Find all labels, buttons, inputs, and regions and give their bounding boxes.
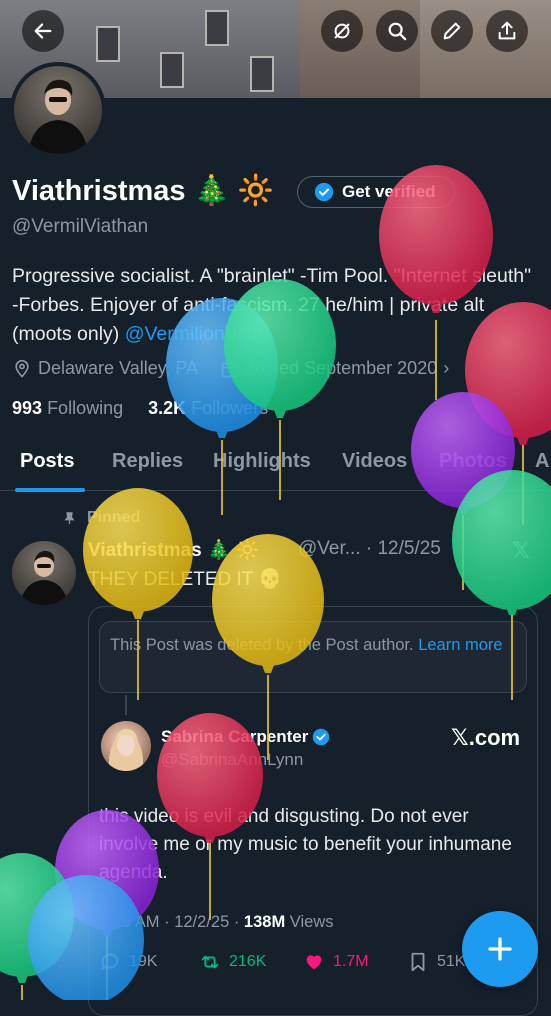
bio-mention-link[interactable]: @VermilionViath: [125, 323, 269, 345]
search-icon: [388, 22, 407, 41]
balloon: [411, 392, 515, 590]
profile-bio: Progressive socialist. A "brainlet" -Tim…: [12, 262, 542, 349]
edit-icon: [443, 22, 461, 40]
hide-button[interactable]: [321, 10, 363, 52]
profile-tabs: Posts Replies Highlights Videos Photos A: [0, 440, 551, 492]
banner-window: [96, 26, 120, 62]
following-link[interactable]: 993 Following: [12, 398, 123, 418]
profile-meta: Delaware Valley, PA Joined September 202…: [12, 358, 449, 379]
reply-count: 19K: [129, 953, 158, 970]
quoted-author[interactable]: Sabrina Carpenter: [161, 727, 330, 747]
compose-post-button[interactable]: [462, 911, 538, 987]
profile-avatar[interactable]: [10, 62, 106, 158]
search-button[interactable]: [376, 10, 418, 52]
heart-icon: [306, 955, 322, 970]
pin-icon: [64, 511, 75, 524]
plus-icon: [488, 937, 512, 961]
post-author-name[interactable]: Viathristmas 🎄 🔆: [88, 538, 260, 562]
post-author-avatar[interactable]: [12, 541, 76, 605]
views-label: Views: [285, 913, 334, 931]
quoted-handle[interactable]: @SabrinaAnnLynn: [161, 750, 303, 770]
hide-icon: [334, 23, 350, 39]
tab-posts[interactable]: Posts: [20, 450, 74, 473]
deleted-post-notice: This Post was deleted by the Post author…: [99, 621, 527, 693]
like-count: 1.7M: [333, 953, 369, 970]
calendar-icon: [221, 361, 239, 377]
post-handle-date[interactable]: @Ver... · 12/5/25: [298, 538, 441, 560]
x-logo-icon: 𝕏: [512, 538, 530, 563]
chevron-right-icon[interactable]: ›: [443, 358, 449, 379]
share-button[interactable]: [486, 10, 528, 52]
banner-window: [250, 56, 274, 92]
following-count: 993: [12, 398, 43, 418]
balloon: [0, 853, 74, 1000]
quoted-timestamp: 1:25 AM · 12/2/25 · 138M Views: [99, 913, 334, 932]
edit-button[interactable]: [431, 10, 473, 52]
get-verified-button[interactable]: Get verified: [297, 176, 455, 208]
followers-label: Followers: [191, 398, 269, 418]
views-count: 138M: [243, 913, 286, 931]
profile-handle: @VermilViathan: [12, 216, 149, 237]
bookmark-count: 51K: [437, 953, 466, 970]
thread-line: [125, 695, 127, 715]
share-icon: [498, 21, 516, 40]
tab-articles[interactable]: A: [535, 450, 549, 473]
quoted-text: this video is evil and disgusting. Do no…: [99, 806, 512, 883]
display-name: Viathristmas 🎄 🔆: [12, 175, 274, 207]
repost-icon: [201, 955, 219, 969]
tab-photos[interactable]: Photos: [439, 450, 507, 473]
deleted-notice-text: This Post was deleted by the Post author…: [110, 636, 419, 654]
back-button[interactable]: [22, 10, 64, 52]
avatar-image: [14, 66, 102, 154]
location-icon: [15, 359, 29, 378]
bookmark-button[interactable]: 51K: [407, 951, 465, 973]
quoted-time: 1:25 AM · 12/2/25 ·: [99, 913, 244, 931]
pinned-indicator: Pinned: [62, 509, 140, 527]
banner-window: [160, 52, 184, 88]
learn-more-link[interactable]: Learn more: [418, 636, 502, 654]
quoted-author-avatar[interactable]: [101, 721, 151, 771]
quoted-author-name: Sabrina Carpenter: [161, 727, 309, 746]
post-text: THEY DELETED IT 💀: [88, 569, 282, 590]
repost-button[interactable]: 216K: [199, 951, 266, 973]
get-verified-label: Get verified: [342, 182, 436, 201]
following-label: Following: [47, 398, 124, 418]
pinned-label: Pinned: [87, 509, 141, 526]
x-com-source: 𝕏.com: [451, 725, 521, 750]
reply-button[interactable]: 19K: [99, 951, 157, 973]
arrow-left-icon: [34, 23, 52, 39]
tab-highlights[interactable]: Highlights: [213, 450, 311, 473]
followers-link[interactable]: 3.2K Followers: [148, 398, 268, 418]
banner-window: [205, 10, 229, 46]
tab-replies[interactable]: Replies: [112, 450, 183, 473]
bookmark-icon: [411, 952, 425, 972]
repost-count: 216K: [229, 953, 267, 970]
active-tab-indicator: [15, 488, 85, 492]
followers-count: 3.2K: [148, 398, 187, 418]
follow-stats: 993 Following 3.2K Followers: [12, 398, 268, 419]
verified-badge-icon: [314, 182, 334, 202]
joined-date: Joined September 2020: [246, 358, 438, 378]
like-button[interactable]: 1.7M: [303, 951, 369, 973]
bio-text: Progressive socialist. A "brainlet" -Tim…: [12, 265, 532, 345]
location-text: Delaware Valley, PA: [38, 358, 199, 378]
verified-badge-icon: [313, 728, 330, 746]
reply-icon: [101, 953, 119, 971]
tab-videos[interactable]: Videos: [342, 450, 407, 473]
